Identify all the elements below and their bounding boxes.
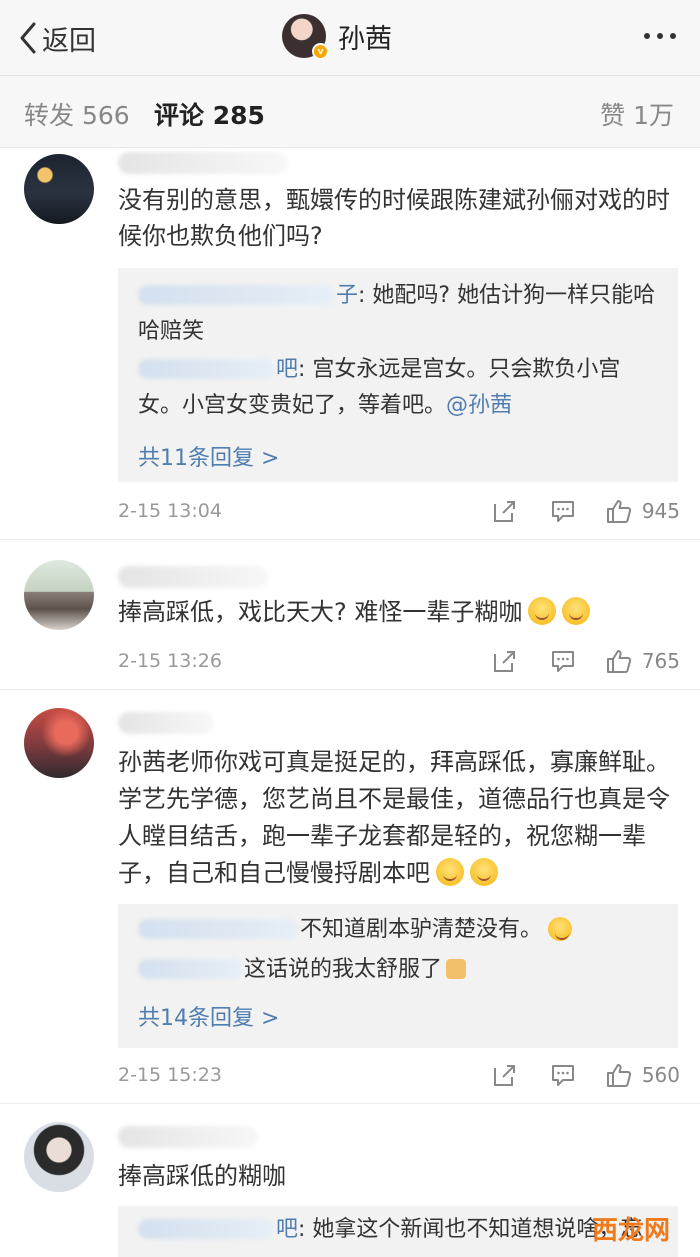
- username-blurred[interactable]: [118, 712, 214, 734]
- comment-text: 孙茜老师你戏可真是挺足的，拜高踩低，寡廉鲜耻。学艺先学德，您艺尚且不是最佳，道德…: [118, 748, 670, 887]
- reply-item[interactable]: 不知道剧本驴清楚没有。: [138, 912, 660, 948]
- comment-actions: 945: [492, 496, 680, 526]
- comment-icon[interactable]: [550, 1062, 576, 1088]
- comment-item: 捧高踩低，戏比天大? 难怪一辈子糊咖 2-15 13:26 765: [0, 540, 700, 690]
- username-blurred[interactable]: [118, 566, 268, 588]
- mention-link[interactable]: @孙茜: [446, 393, 512, 418]
- reply-box[interactable]: 子: 她配吗? 她估计狗一样只能哈哈赔笑 吧: 宫女永远是宫女。只会欺负小宫女。…: [118, 268, 678, 482]
- comment-time: 2-15 13:26: [118, 650, 222, 672]
- profile-name: 孙茜: [338, 23, 392, 55]
- username-blurred[interactable]: [118, 1126, 258, 1148]
- like-count: 765: [641, 649, 680, 673]
- top-bar: 返回 v 孙茜: [0, 0, 700, 76]
- avatar[interactable]: [24, 560, 94, 630]
- comment-meta: 2-15 13:26 765: [118, 646, 680, 676]
- smile-emoji-icon: [528, 597, 557, 625]
- like-count: 945: [641, 499, 680, 523]
- reply-username-blurred[interactable]: [138, 959, 242, 979]
- thumbs-up-icon: [606, 650, 631, 673]
- avatar[interactable]: [24, 708, 94, 778]
- like-button[interactable]: 765: [606, 648, 680, 674]
- comment-actions: 765: [492, 646, 680, 676]
- share-icon[interactable]: [492, 648, 518, 674]
- comment-icon[interactable]: [550, 498, 576, 524]
- comment-meta: 2-15 13:04 945: [118, 496, 680, 526]
- reply-username-blurred[interactable]: [138, 919, 298, 939]
- like-button[interactable]: 560: [606, 1062, 680, 1088]
- avatar[interactable]: [24, 154, 94, 224]
- tab-comment[interactable]: 评论 285: [154, 96, 265, 132]
- verified-badge: v: [312, 43, 329, 60]
- more-replies-link[interactable]: 共11条回复 >: [138, 440, 279, 472]
- blush-emoji-icon: [470, 858, 498, 886]
- comment-text: 捧高踩低的糊咖: [118, 1162, 286, 1190]
- reply-item[interactable]: 子: 她配吗? 她估计狗一样只能哈哈赔笑: [138, 278, 660, 350]
- thumbs-up-icon: [606, 500, 631, 523]
- like-button[interactable]: 945: [606, 498, 680, 524]
- more-menu-icon[interactable]: [644, 33, 676, 39]
- grin-emoji-icon: [548, 917, 573, 941]
- tab-bar: 转发 566 评论 285 赞 1万: [0, 76, 700, 148]
- comment-item: 孙茜老师你戏可真是挺足的，拜高踩低，寡廉鲜耻。学艺先学德，您艺尚且不是最佳，道德…: [0, 690, 700, 1104]
- reply-item[interactable]: 吧: 宫女永远是宫女。只会欺负小宫女。小宫女变贵妃了，等着吧。@孙茜: [138, 352, 660, 424]
- reply-username-blurred[interactable]: [138, 1219, 274, 1239]
- comment-icon[interactable]: [550, 648, 576, 674]
- avatar[interactable]: [24, 1122, 94, 1192]
- thumbs-up-icon: [606, 1064, 631, 1087]
- comment-text: 没有别的意思，甄嬛传的时候跟陈建斌孙俪对戏的时候你也欺负他们吗?: [118, 186, 670, 250]
- comment-time: 2-15 13:04: [118, 500, 222, 522]
- reply-item[interactable]: 吧: 她拿这个新闻也不知道想说啥，忘: [138, 1212, 660, 1248]
- share-icon[interactable]: [492, 1062, 518, 1088]
- thumbs-up-emoji-icon: [446, 959, 467, 979]
- chevron-left-icon: [20, 22, 36, 54]
- back-label: 返回: [42, 25, 96, 57]
- tab-like[interactable]: 赞 1万: [600, 96, 674, 132]
- comment-text: 捧高踩低，戏比天大? 难怪一辈子糊咖: [118, 594, 680, 630]
- comment-meta: 2-15 15:23 560: [118, 1060, 680, 1090]
- profile-avatar[interactable]: v: [282, 14, 329, 60]
- like-count: 560: [641, 1063, 680, 1087]
- comment-item: 没有别的意思，甄嬛传的时候跟陈建斌孙俪对戏的时候你也欺负他们吗? 子: 她配吗?…: [0, 148, 700, 540]
- site-watermark: 西龙网: [591, 1216, 670, 1246]
- more-replies-link[interactable]: 共14条回复 >: [138, 1000, 279, 1032]
- tab-forward[interactable]: 转发 566: [24, 96, 130, 132]
- username-blurred[interactable]: [118, 152, 288, 174]
- comment-time: 2-15 15:23: [118, 1064, 222, 1086]
- reply-username-blurred[interactable]: [138, 359, 274, 379]
- blush-emoji-icon: [436, 858, 464, 886]
- profile-header[interactable]: v 孙茜: [282, 14, 392, 60]
- share-icon[interactable]: [492, 498, 518, 524]
- reply-box[interactable]: 不知道剧本驴清楚没有。 这话说的我太舒服了 共14条回复 >: [118, 904, 678, 1048]
- back-button[interactable]: 返回: [18, 20, 96, 57]
- reply-item[interactable]: 这话说的我太舒服了: [138, 952, 660, 988]
- smile-emoji-icon: [562, 597, 591, 625]
- reply-username-blurred[interactable]: [138, 285, 334, 305]
- comment-actions: 560: [492, 1060, 680, 1090]
